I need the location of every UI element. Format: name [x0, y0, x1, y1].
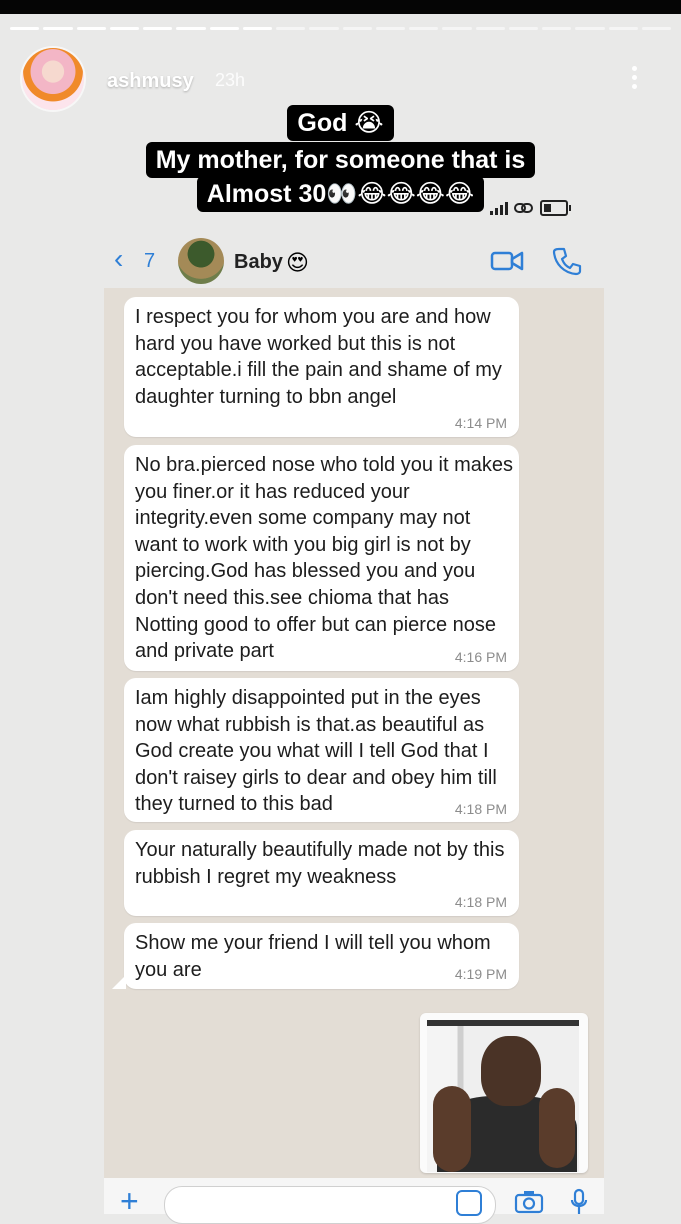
story-progress-segment [209, 27, 239, 30]
message-text: I respect you for whom you are and how h… [135, 306, 502, 408]
signal-icon [490, 201, 508, 215]
message-bubble[interactable]: No bra.pierced nose who told you it make… [124, 445, 519, 671]
story-progress-segment [43, 27, 73, 30]
story-progress-segment [143, 27, 173, 30]
story-progress-bar [10, 27, 671, 30]
story-time: 23h [215, 70, 246, 90]
story-progress-segment [342, 27, 372, 30]
message-time: 4:18 PM [454, 894, 507, 910]
contact-emoji: 😍 [286, 250, 309, 275]
story-progress-segment [375, 27, 405, 30]
caption-line-1-row: God 😭 [0, 105, 681, 141]
story-progress-segment [542, 27, 572, 30]
story-progress-segment [641, 27, 671, 30]
message-bubble[interactable]: Iam highly disappointed put in the eyes … [124, 678, 519, 822]
caption-line-2: My mother, for someone that is [145, 142, 536, 178]
contact-avatar[interactable] [178, 238, 224, 284]
chat-input-bar: + [104, 1178, 604, 1224]
story-progress-segment [508, 27, 538, 30]
battery-icon [540, 200, 571, 216]
caption-line-3-row: Almost 30👀😂😂😂😂 [0, 176, 681, 212]
caption-line-1: God 😭 [287, 105, 394, 141]
story-progress-segment [76, 27, 106, 30]
chevron-left-icon[interactable]: ‹ [114, 244, 123, 274]
image-message-picture [427, 1020, 579, 1172]
top-black-bar [0, 0, 681, 14]
caption-line-2-row: My mother, for someone that is [0, 142, 681, 178]
image-message[interactable] [420, 1013, 588, 1173]
story-progress-segment [575, 27, 605, 30]
story-progress-segment [475, 27, 505, 30]
user-avatar[interactable] [22, 48, 84, 110]
sticker-icon[interactable] [456, 1190, 482, 1216]
story-progress-segment [276, 27, 306, 30]
story-progress-segment [10, 27, 40, 30]
back-count[interactable]: 7 [144, 250, 155, 273]
message-time: 4:16 PM [454, 649, 507, 665]
message-time: 4:19 PM [454, 966, 507, 982]
phone-icon[interactable] [552, 246, 582, 276]
message-time: 4:14 PM [454, 415, 507, 431]
message-text: No bra.pierced nose who told you it make… [135, 454, 513, 663]
video-camera-icon[interactable] [490, 246, 524, 276]
message-time: 4:18 PM [454, 801, 507, 817]
message-input[interactable] [164, 1186, 496, 1224]
contact-name[interactable]: Baby [234, 251, 283, 274]
chat-header: ‹ 7 Baby 😍 [100, 232, 610, 290]
link-icon [514, 203, 533, 213]
caption-line-3: Almost 30👀😂😂😂😂 [196, 176, 485, 212]
phone-status-icons [490, 200, 571, 216]
story-progress-segment [608, 27, 638, 30]
message-bubble[interactable]: I respect you for whom you are and how h… [124, 297, 519, 437]
story-progress-segment [109, 27, 139, 30]
message-bubble[interactable]: Your naturally beautifully made not by t… [124, 830, 519, 916]
microphone-icon[interactable] [570, 1188, 588, 1216]
story-username[interactable]: ashmusy [107, 70, 194, 93]
story-header: ashmusy 23h [0, 44, 681, 114]
message-text: Your naturally beautifully made not by t… [135, 839, 505, 888]
more-vert-icon[interactable] [622, 62, 646, 96]
story-progress-segment [176, 27, 206, 30]
story-progress-segment [309, 27, 339, 30]
story-progress-segment [409, 27, 439, 30]
message-bubble[interactable]: Show me your friend I will tell you whom… [124, 923, 519, 989]
story-progress-segment [242, 27, 272, 30]
plus-icon[interactable]: + [120, 1185, 139, 1217]
camera-icon[interactable] [514, 1190, 544, 1214]
message-text: Iam highly disappointed put in the eyes … [135, 687, 497, 816]
story-progress-segment [442, 27, 472, 30]
